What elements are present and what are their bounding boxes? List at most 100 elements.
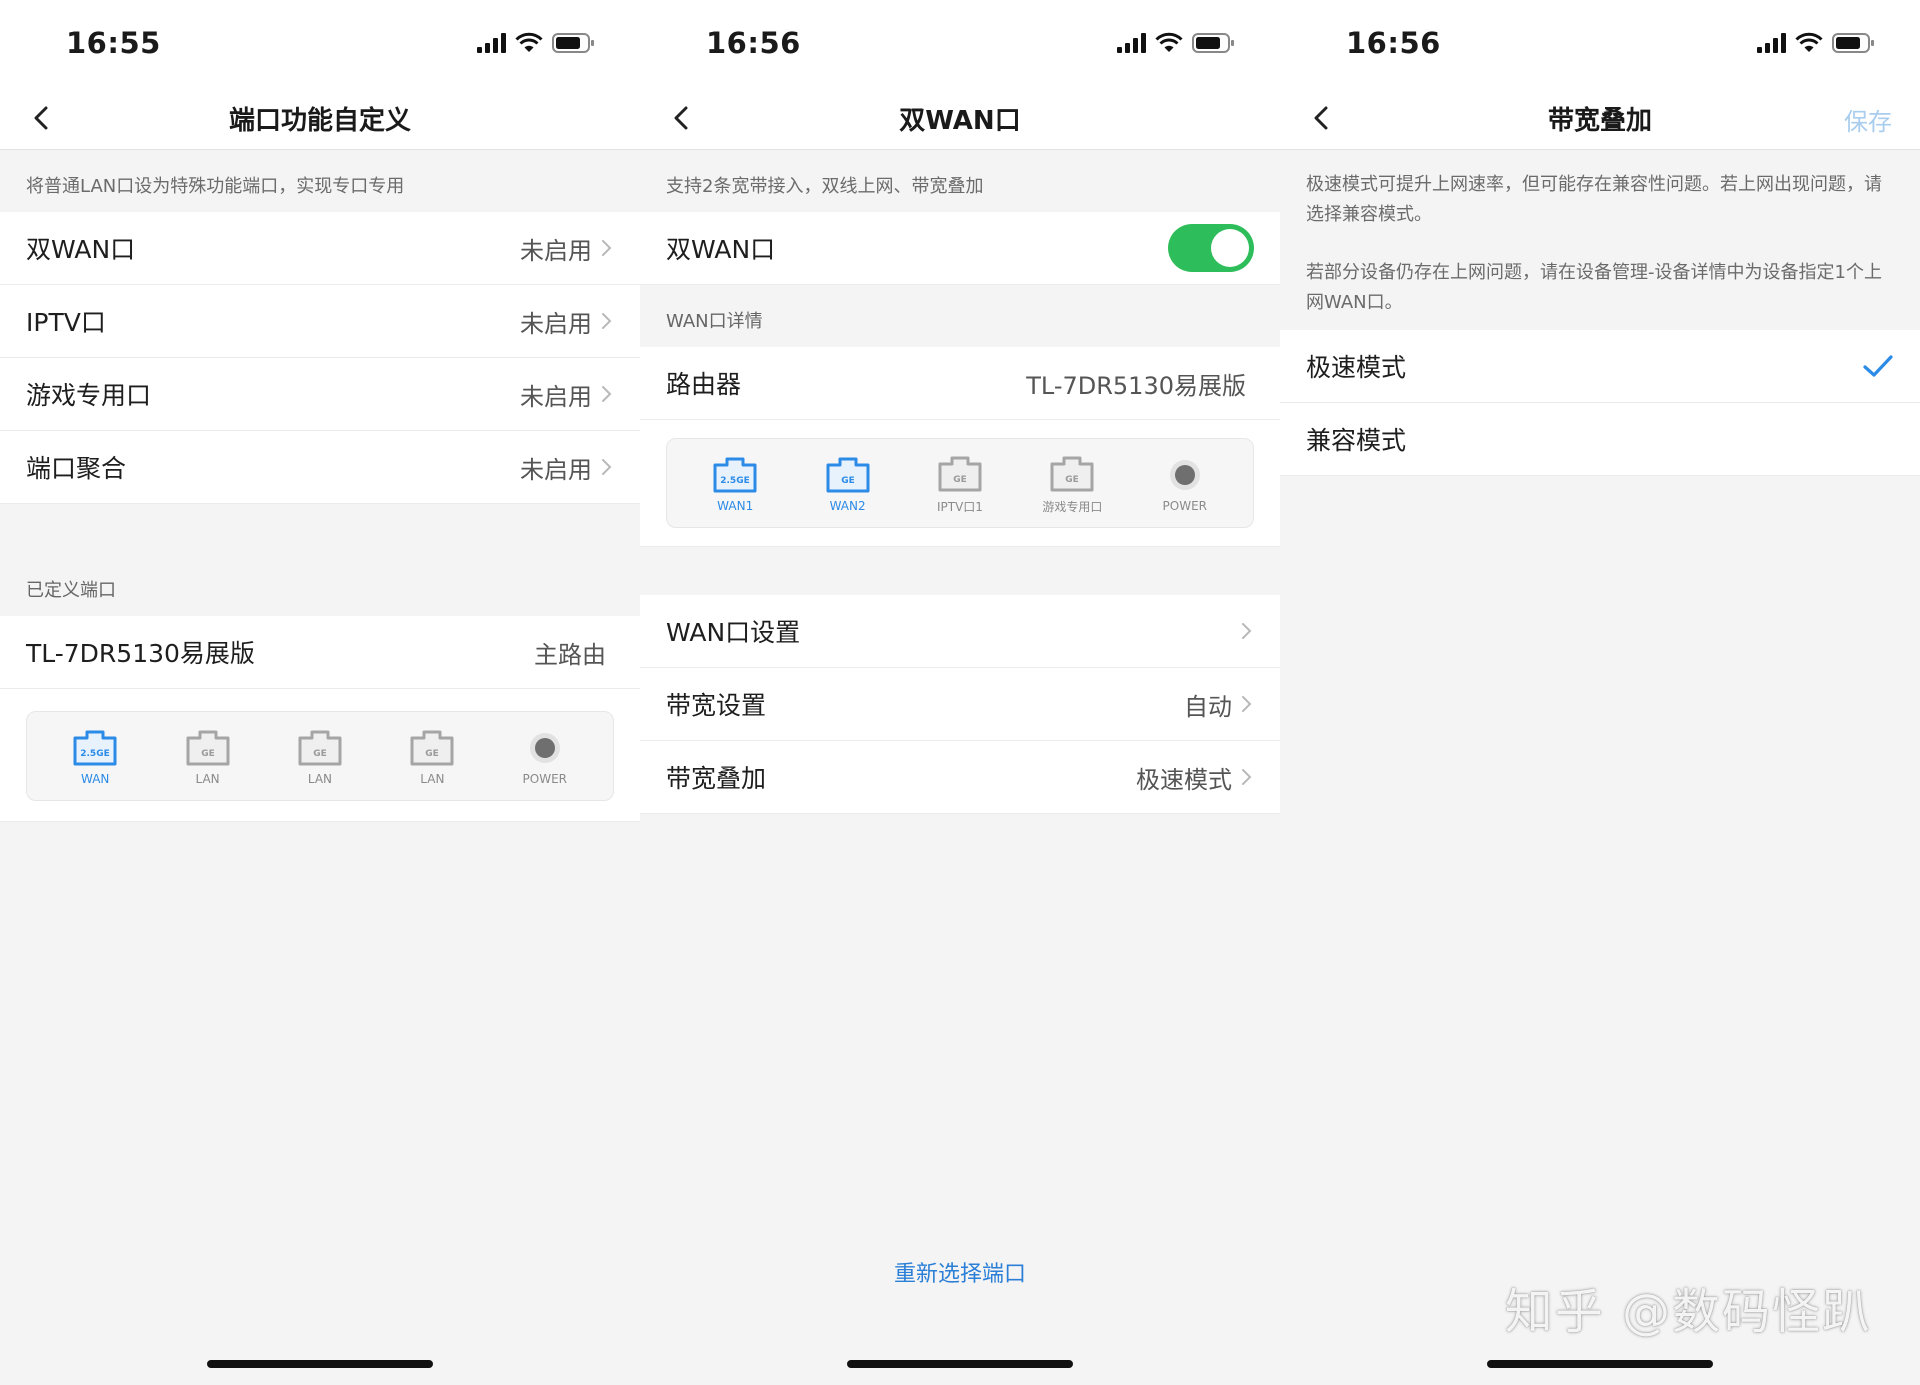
watermark: 知乎 @数码怪趴 <box>1504 1284 1872 1340</box>
port-label: WAN1 <box>717 499 754 513</box>
wifi-icon <box>1795 32 1823 52</box>
hint-text: 将普通LAN口设为特殊功能端口，实现专口专用 <box>0 150 640 212</box>
ethernet-port-icon: GE <box>298 730 342 766</box>
hint-text: 支持2条宽带接入，双线上网、带宽叠加 <box>640 150 1280 212</box>
content: 极速模式可提升上网速率，但可能存在兼容性问题。若上网出现问题，请选择兼容模式。 … <box>1280 150 1920 476</box>
row-bandwidth-stacking[interactable]: 带宽叠加 极速模式 <box>640 741 1280 814</box>
content: 将普通LAN口设为特殊功能端口，实现专口专用 双WAN口 未启用 IPTV口 未… <box>0 150 640 822</box>
row-value: 极速模式 <box>1136 765 1232 794</box>
page-title: 双WAN口 <box>899 106 1021 136</box>
port-game[interactable]: GE 游戏专用口 <box>1030 452 1114 515</box>
ethernet-port-icon: GE <box>410 730 454 766</box>
chevron-right-icon <box>1242 696 1252 712</box>
row-port-aggregation[interactable]: 端口聚合 未启用 <box>0 431 640 504</box>
nav-bar: 双WAN口 <box>640 86 1280 150</box>
chevron-right-icon <box>602 459 612 475</box>
content: 支持2条宽带接入，双线上网、带宽叠加 双WAN口 WAN口详情 路由器 TL-7… <box>640 150 1280 814</box>
status-bar: 16:55 <box>0 0 640 86</box>
port-lan[interactable]: GE LAN <box>166 726 250 786</box>
port-badge: GE <box>201 749 215 759</box>
row-game-port[interactable]: 游戏专用口 未启用 <box>0 358 640 431</box>
row-label: 路由器 <box>666 370 742 399</box>
port-iptv1[interactable]: GE IPTV口1 <box>918 452 1002 515</box>
port-wan[interactable]: 2.5GE WAN <box>53 726 137 786</box>
row-label: IPTV口 <box>26 308 106 337</box>
page-title: 带宽叠加 <box>1547 106 1652 136</box>
port-label: LAN <box>195 772 220 786</box>
row-router: 路由器 TL-7DR5130易展版 <box>640 347 1280 420</box>
status-time: 16:56 <box>706 26 801 60</box>
port-power: POWER <box>503 726 587 786</box>
signal-icon <box>1757 33 1786 53</box>
port-label: POWER <box>522 772 567 786</box>
home-indicator <box>847 1360 1073 1368</box>
port-label: WAN2 <box>829 499 866 513</box>
port-lan[interactable]: GE LAN <box>278 726 362 786</box>
status-icons <box>1757 32 1876 54</box>
save-button[interactable]: 保存 <box>1844 102 1892 137</box>
row-value: 未启用 <box>520 309 592 338</box>
port-badge: 2.5GE <box>720 476 749 486</box>
ethernet-port-icon: GE <box>186 730 230 766</box>
row-device: TL-7DR5130易展版 主路由 <box>0 616 640 689</box>
section-gap <box>640 547 1280 595</box>
status-bar: 16:56 <box>1280 0 1920 86</box>
port-badge: GE <box>953 475 967 485</box>
chevron-right-icon <box>602 386 612 402</box>
row-label: 带宽设置 <box>666 691 767 720</box>
ethernet-port-icon: 2.5GE <box>73 730 117 766</box>
status-time: 16:56 <box>1346 26 1441 60</box>
section-label: 已定义端口 <box>0 554 640 616</box>
port-badge: GE <box>841 476 855 486</box>
row-dual-wan-toggle: 双WAN口 <box>640 212 1280 285</box>
row-label: 双WAN口 <box>666 235 776 264</box>
device-role: 主路由 <box>534 640 606 669</box>
port-panel: 2.5GE WAN GE LAN GE LAN GE LAN POWER <box>0 689 640 822</box>
section-label: WAN口详情 <box>640 285 1280 347</box>
screen-bandwidth-stacking: 16:56 带宽叠加 保存 极速模式可提升上网速率，但可能存在兼容性问题。若上网… <box>1280 0 1920 1385</box>
section-gap <box>0 504 640 554</box>
device-name: TL-7DR5130易展版 <box>26 639 255 668</box>
hint-text-device-wan: 若部分设备仍存在上网问题，请在设备管理-设备详情中为设备指定1个上网WAN口。 <box>1280 230 1920 330</box>
home-indicator <box>1487 1360 1713 1368</box>
option-speed-mode[interactable]: 极速模式 <box>1280 330 1920 403</box>
power-port-icon <box>529 733 560 763</box>
home-indicator <box>207 1360 433 1368</box>
status-time: 16:55 <box>66 26 161 60</box>
power-port-icon <box>1169 460 1200 490</box>
port-lan[interactable]: GE LAN <box>390 726 474 786</box>
nav-bar: 带宽叠加 保存 <box>1280 86 1920 150</box>
wifi-icon <box>515 32 543 52</box>
ethernet-port-icon: GE <box>826 457 870 493</box>
nav-bar: 端口功能自定义 <box>0 86 640 150</box>
port-card: 2.5GE WAN GE LAN GE LAN GE LAN POWER <box>26 711 614 801</box>
port-wan1[interactable]: 2.5GE WAN1 <box>693 453 777 513</box>
row-value: 未启用 <box>520 382 592 411</box>
signal-icon <box>477 33 506 53</box>
port-label: IPTV口1 <box>936 499 983 514</box>
port-label: LAN <box>420 772 445 786</box>
port-panel: 2.5GE WAN1 GE WAN2 GE IPTV口1 GE 游戏专用口 PO… <box>640 420 1280 547</box>
screen-port-customization: 16:55 端口功能自定义 将普通LAN口设为特殊功能端口，实现专口专用 双WA… <box>0 0 640 1385</box>
row-bandwidth-settings[interactable]: 带宽设置 自动 <box>640 668 1280 741</box>
option-compat-mode[interactable]: 兼容模式 <box>1280 403 1920 476</box>
row-dual-wan[interactable]: 双WAN口 未启用 <box>0 212 640 285</box>
port-badge: 2.5GE <box>80 749 109 759</box>
signal-icon <box>1117 33 1146 53</box>
reselect-port-link[interactable]: 重新选择端口 <box>640 1256 1280 1288</box>
port-label: WAN <box>80 772 110 786</box>
status-icons <box>1117 32 1236 54</box>
port-wan2[interactable]: GE WAN2 <box>806 453 890 513</box>
port-badge: GE <box>313 749 327 759</box>
port-label: 游戏专用口 <box>1042 499 1103 514</box>
hint-text-speed-mode: 极速模式可提升上网速率，但可能存在兼容性问题。若上网出现问题，请选择兼容模式。 <box>1280 150 1920 230</box>
chevron-right-icon <box>602 240 612 256</box>
row-label: WAN口设置 <box>666 618 801 647</box>
row-iptv[interactable]: IPTV口 未启用 <box>0 285 640 358</box>
row-label: 端口聚合 <box>26 454 127 483</box>
chevron-right-icon <box>602 313 612 329</box>
dual-wan-toggle[interactable] <box>1168 224 1254 272</box>
port-power: POWER <box>1143 453 1227 513</box>
status-icons <box>477 32 596 54</box>
row-wan-settings[interactable]: WAN口设置 <box>640 595 1280 668</box>
